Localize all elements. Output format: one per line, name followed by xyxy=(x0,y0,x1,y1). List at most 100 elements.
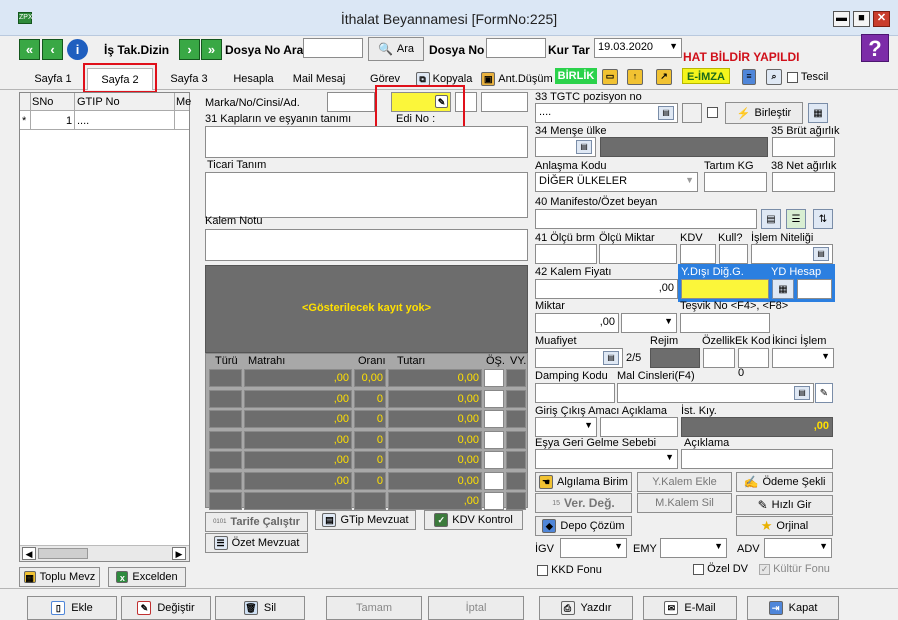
info-icon[interactable]: i xyxy=(67,39,88,60)
kultur-fonu-checkbox[interactable]: ✓ Kültür Fonu xyxy=(759,563,830,575)
esya-dropdown[interactable]: ▼ xyxy=(535,449,678,469)
grid-header-gtip[interactable]: GTIP No xyxy=(77,96,120,108)
excelden-button[interactable]: x Excelden xyxy=(108,567,186,587)
igv-dropdown[interactable]: ▼ xyxy=(560,538,627,558)
ver-deg-button[interactable]: 15 Ver. Değ. xyxy=(535,493,632,513)
yd-calculator-icon[interactable]: ▦ xyxy=(772,279,794,299)
toplu-mevzuat-button[interactable]: ▦ Toplu Mevz xyxy=(19,567,100,587)
depo-cozum-button[interactable]: ◆ Depo Çözüm xyxy=(535,516,632,536)
ozellik-input[interactable] xyxy=(703,348,735,368)
miktar-unit-dropdown[interactable]: ▼ xyxy=(621,313,677,333)
tax-cell-os[interactable] xyxy=(484,410,504,428)
tax-cell-oran[interactable] xyxy=(354,492,386,510)
tab-ant-dusum[interactable]: ▣ Ant.Düşüm xyxy=(480,68,554,90)
ek-kod-input[interactable] xyxy=(738,348,769,368)
tax-cell-vy[interactable] xyxy=(506,389,526,408)
degistir-button[interactable]: ✎ Değiştir xyxy=(121,596,211,620)
kaplar-input[interactable] xyxy=(205,126,528,158)
scroll-left-icon[interactable]: ◀ xyxy=(22,547,36,560)
ozel-dv-checkbox[interactable]: Özel DV xyxy=(693,563,748,575)
adv-dropdown[interactable]: ▼ xyxy=(764,538,832,558)
scroll-thumb[interactable] xyxy=(38,548,88,559)
tax-cell-turu[interactable] xyxy=(209,451,242,469)
ozet-mevzuat-button[interactable]: ☰ Özet Mevzuat xyxy=(205,533,308,553)
tax-cell-vy[interactable] xyxy=(506,369,526,387)
tax-cell-tutar[interactable]: 0,00 xyxy=(388,369,482,387)
tax-cell-matrah[interactable]: ,00 xyxy=(244,389,352,408)
tax-cell-oran[interactable]: 0 xyxy=(354,430,386,449)
algilama-birim-button[interactable]: ☚ Algılama Birim xyxy=(535,472,632,492)
anlasma-dropdown[interactable]: DİĞER ÜLKELER ▼ xyxy=(535,172,698,192)
kdv-kontrol-button[interactable]: ✓ KDV Kontrol xyxy=(424,510,523,530)
kalem-fiyati-input[interactable]: ,00 xyxy=(535,279,678,299)
folder-icon[interactable]: ▭ xyxy=(602,69,618,85)
tax-cell-vy[interactable] xyxy=(506,471,526,490)
ikinci-islem-dropdown[interactable]: ▼ xyxy=(772,348,834,368)
tgtc-extra[interactable] xyxy=(682,103,702,123)
tab-mail-mesaj[interactable]: Mail Mesaj xyxy=(288,68,350,90)
olcu-miktar-input[interactable] xyxy=(599,244,677,264)
tax-cell-oran[interactable]: 0 xyxy=(354,451,386,469)
grid-header-me[interactable]: Me xyxy=(176,96,191,108)
tescil-checkbox-box[interactable] xyxy=(787,71,798,83)
tax-cell-vy[interactable] xyxy=(506,430,526,449)
muafiyet-input[interactable]: ▤ xyxy=(535,348,623,368)
damping-input[interactable] xyxy=(535,383,615,403)
tartim-input[interactable] xyxy=(704,172,767,192)
tarife-calistir-button[interactable]: 0101 Tarife Çalıştır xyxy=(205,512,308,532)
sil-button[interactable]: 🗑 Sil xyxy=(215,596,305,620)
manifesto-input[interactable] xyxy=(535,209,757,229)
tax-cell-turu[interactable] xyxy=(209,492,242,510)
odeme-sekli-button[interactable]: ✍ Ödeme Şekli xyxy=(736,472,833,492)
email-button[interactable]: ✉ E-Mail xyxy=(643,596,737,620)
picker-icon[interactable]: ▤ xyxy=(576,140,592,154)
dosya-no-input[interactable] xyxy=(486,38,546,58)
tax-cell-oran[interactable]: 0 xyxy=(354,389,386,408)
minimize-button[interactable]: ▬ xyxy=(833,11,850,27)
folder-export-icon[interactable]: ↗ xyxy=(656,69,672,85)
manifesto-calc-icon[interactable]: ⇅ xyxy=(813,209,833,229)
islem-niteligi-input[interactable]: ▤ xyxy=(751,244,833,264)
gtip-mevzuat-button[interactable]: ▤ GTip Mevzuat xyxy=(315,510,416,530)
grid-scrollbar[interactable]: ◀ ▶ xyxy=(20,545,189,561)
search-document-icon[interactable]: ⌕ xyxy=(766,69,782,85)
marka-input-4[interactable] xyxy=(481,92,528,112)
tax-cell-os[interactable] xyxy=(484,430,504,449)
ydisi-input[interactable] xyxy=(681,279,769,299)
scroll-right-icon[interactable]: ▶ xyxy=(172,547,186,560)
giris-aciklama-input[interactable] xyxy=(600,417,678,437)
calculator-icon[interactable]: ▦ xyxy=(808,103,828,123)
olcu-brm-input[interactable] xyxy=(535,244,597,264)
brut-input[interactable] xyxy=(772,137,835,157)
tax-cell-os[interactable] xyxy=(484,389,504,408)
ykalem-ekle-button[interactable]: Y.Kalem Ekle xyxy=(637,472,732,492)
manifesto-doc-icon[interactable]: ▤ xyxy=(761,209,781,229)
kull-input[interactable] xyxy=(719,244,748,264)
database-icon[interactable]: ≡ xyxy=(742,69,756,85)
birlik-badge[interactable]: BİRLİK xyxy=(555,68,597,84)
help-icon[interactable]: ? xyxy=(861,34,889,62)
tab-sayfa-3[interactable]: Sayfa 3 xyxy=(164,68,214,90)
mal-cinsleri-input[interactable]: ▤ xyxy=(617,383,814,403)
kultur-checkbox-box[interactable]: ✓ xyxy=(759,563,770,575)
net-input[interactable] xyxy=(772,172,835,192)
tax-cell-tutar[interactable]: 0,00 xyxy=(388,430,482,449)
hizli-gir-button[interactable]: ✎ Hızlı Gir xyxy=(736,495,833,515)
tax-cell-vy[interactable] xyxy=(506,451,526,469)
tax-cell-os[interactable] xyxy=(484,471,504,490)
next-record-button[interactable]: › xyxy=(179,39,200,60)
folder-up-icon[interactable]: ↑ xyxy=(627,69,643,85)
yd-hesap-input[interactable] xyxy=(797,279,832,299)
tax-cell-vy[interactable] xyxy=(506,410,526,428)
tax-cell-tutar[interactable]: ,00 xyxy=(388,492,482,510)
picker-icon[interactable]: ▤ xyxy=(794,386,810,400)
tax-cell-matrah[interactable]: ,00 xyxy=(244,410,352,428)
tax-cell-tutar[interactable]: 0,00 xyxy=(388,451,482,469)
tax-cell-matrah[interactable]: ,00 xyxy=(244,369,352,387)
tax-cell-turu[interactable] xyxy=(209,410,242,428)
mal-cinsleri-edit-icon[interactable]: ✎ xyxy=(815,383,833,403)
emy-dropdown[interactable]: ▼ xyxy=(660,538,727,558)
tax-cell-os[interactable] xyxy=(484,492,504,510)
mkalem-sil-button[interactable]: M.Kalem Sil xyxy=(637,493,732,513)
kapat-button[interactable]: ⇥ Kapat xyxy=(747,596,839,620)
